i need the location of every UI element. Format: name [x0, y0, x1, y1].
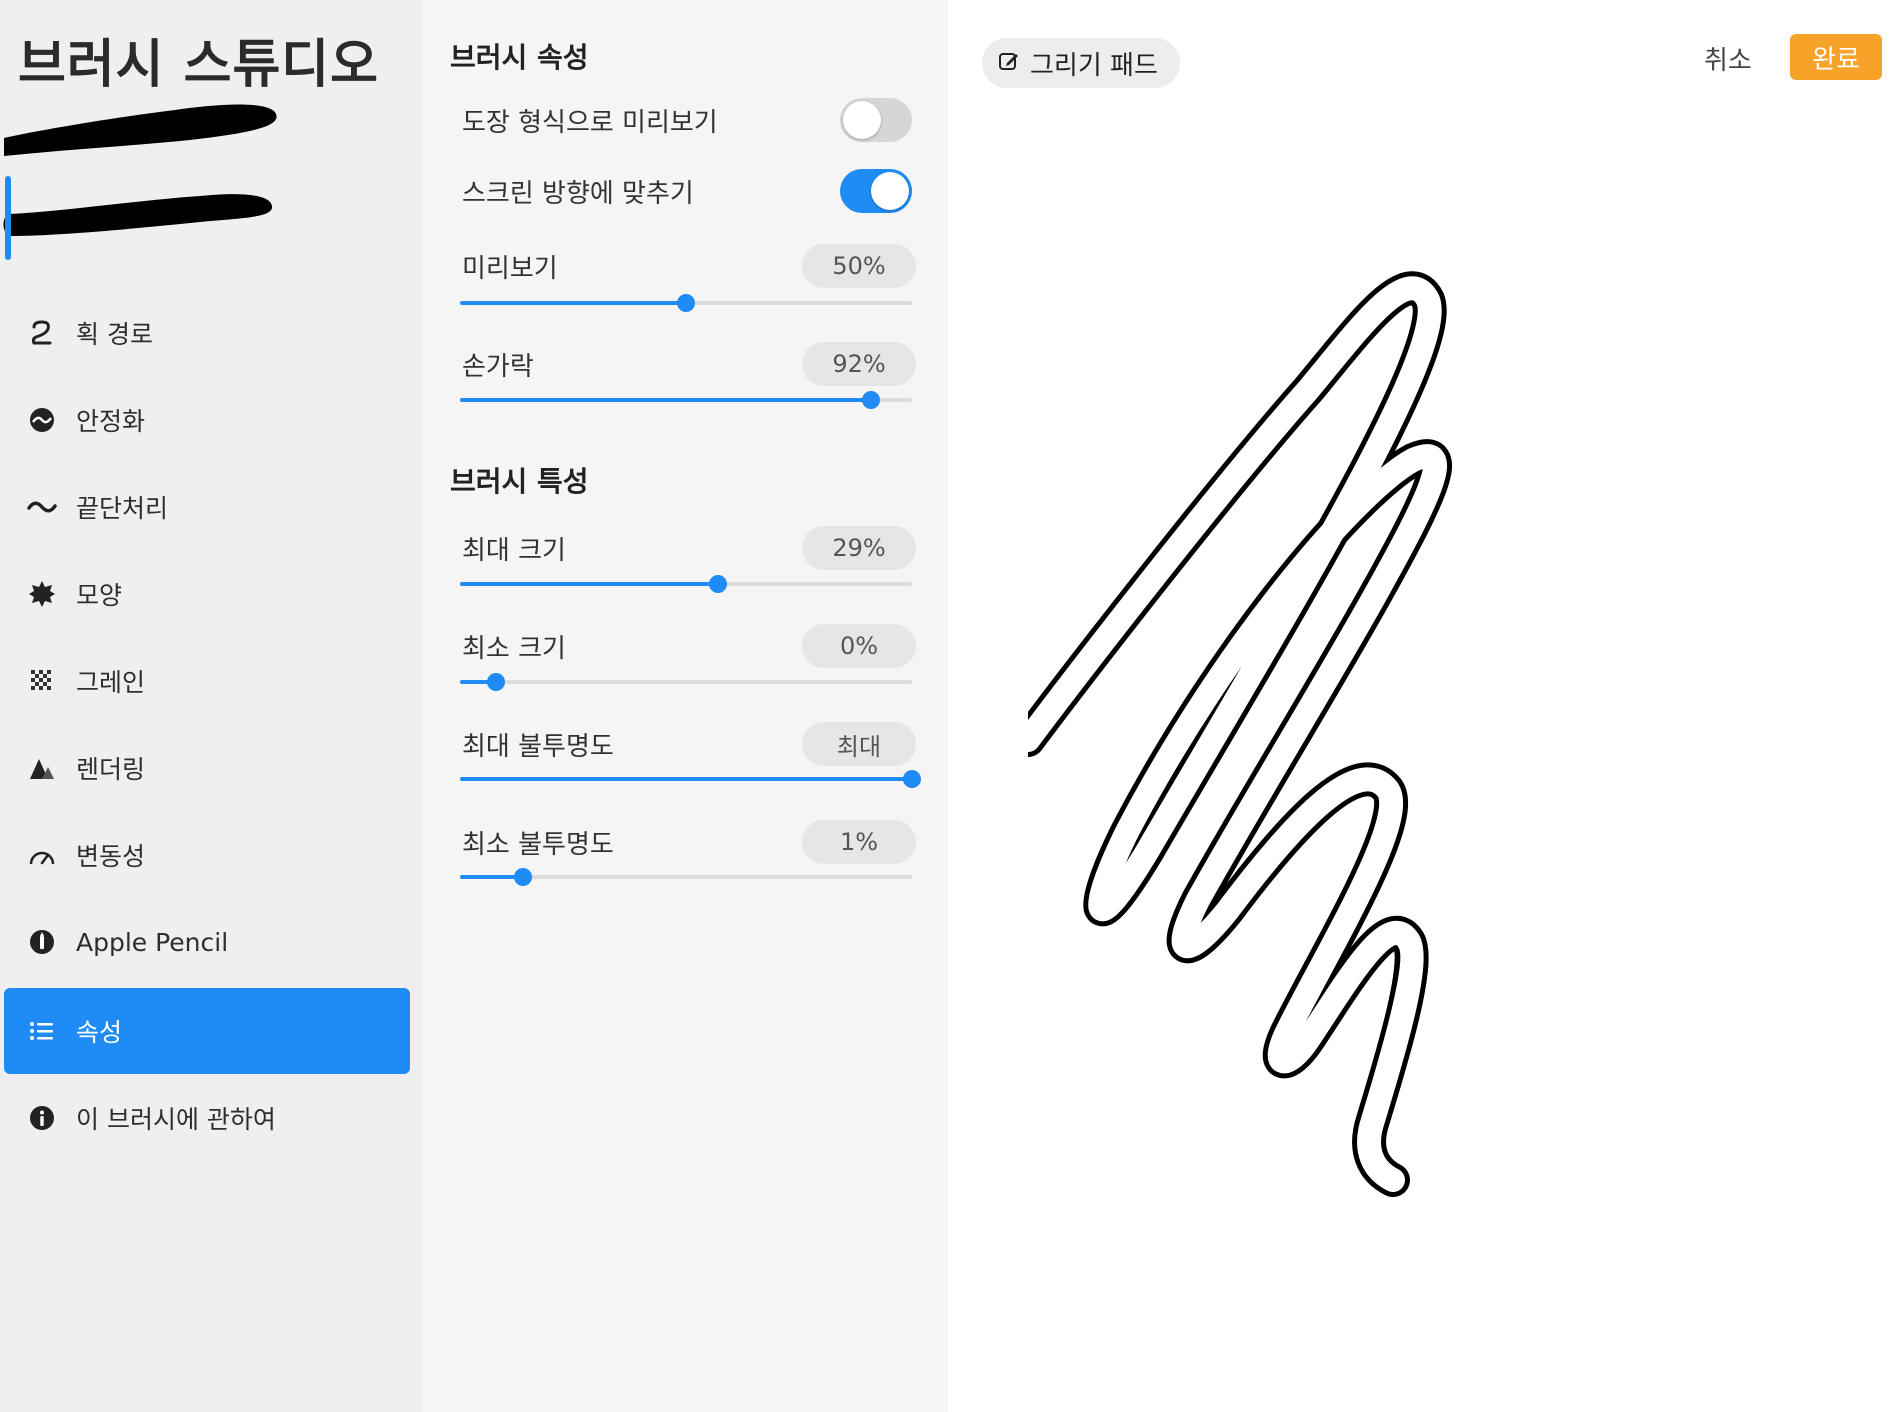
brush-properties-panel: 브러시 속성 도장 형식으로 미리보기 스크린 방향에 맞추기 미리보기 50%…: [422, 0, 948, 1412]
rendering-icon: [26, 752, 58, 784]
finger-label: 손가락: [462, 352, 534, 382]
stroke-path-icon: [26, 317, 58, 349]
min-size-slider[interactable]: [460, 673, 912, 691]
preview-size-slider[interactable]: [460, 294, 912, 312]
min-size-label: 최소 크기: [462, 634, 566, 664]
brush-stroke-preview[interactable]: [0, 90, 290, 160]
max-size-value[interactable]: 29%: [802, 526, 916, 570]
drawing-pad[interactable]: 그리기 패드 취소 완료: [948, 0, 1892, 1412]
max-size-slider[interactable]: [460, 575, 912, 593]
max-opacity-value[interactable]: 최대: [802, 722, 916, 766]
drawing-pad-label: 그리기 패드: [1030, 50, 1158, 81]
slider-thumb[interactable]: [862, 391, 881, 409]
section-title-brush-behavior: 브러시 특성: [450, 465, 589, 498]
sidebar-item-apple-pencil[interactable]: Apple Pencil: [4, 899, 410, 985]
brush-studio-screen: 브러시 스튜디오 획 경로 안정화 끝단처리 모양 그레인 렌더링 변동성 Ap…: [0, 0, 1892, 1412]
toggle-knob: [843, 101, 881, 139]
drawing-pad-button[interactable]: 그리기 패드: [982, 38, 1180, 88]
shape-icon: [26, 578, 58, 610]
properties-icon: [26, 1015, 58, 1047]
info-icon: [26, 1102, 58, 1134]
grain-icon: [26, 665, 58, 697]
min-size-value[interactable]: 0%: [802, 624, 916, 668]
sidebar-item-label: 속성: [76, 1018, 123, 1047]
sidebar-item-label: 모양: [76, 581, 123, 610]
cancel-button[interactable]: 취소: [1704, 38, 1752, 78]
slider-track: [460, 680, 912, 684]
preview-as-stamp-toggle[interactable]: [840, 98, 912, 142]
sidebar-item-label: 렌더링: [76, 755, 146, 784]
selected-stroke-indicator: [5, 176, 11, 260]
sidebar-item-stroke-path[interactable]: 획 경로: [4, 290, 410, 376]
dynamics-icon: [26, 839, 58, 871]
scribble-preview-stroke: [1028, 271, 1452, 1197]
taper-icon: [26, 491, 58, 523]
slider-fill: [460, 398, 872, 402]
sidebar-item-taper[interactable]: 끝단처리: [4, 464, 410, 550]
toggle-knob: [871, 172, 909, 210]
sidebar-item-label: 변동성: [76, 842, 146, 871]
slider-fill: [460, 582, 718, 586]
sidebar-item-label: 획 경로: [76, 320, 153, 349]
sidebar-item-properties[interactable]: 속성: [4, 988, 410, 1074]
sidebar-item-shape[interactable]: 모양: [4, 551, 410, 637]
edit-icon: [998, 50, 1020, 76]
sidebar-item-about-brush[interactable]: 이 브러시에 관하여: [4, 1075, 410, 1161]
preview-size-value[interactable]: 50%: [802, 244, 916, 288]
slider-thumb[interactable]: [677, 294, 695, 312]
sidebar-item-label: 그레인: [76, 668, 146, 697]
sidebar-item-rendering[interactable]: 렌더링: [4, 725, 410, 811]
section-title-brush-properties: 브러시 속성: [450, 41, 589, 74]
sidebar-item-label: 이 브러시에 관하여: [76, 1105, 276, 1134]
min-opacity-slider[interactable]: [460, 868, 912, 886]
sidebar-item-label: Apple Pencil: [76, 927, 229, 957]
done-button[interactable]: 완료: [1790, 34, 1882, 80]
sidebar-item-dynamics[interactable]: 변동성: [4, 812, 410, 898]
orient-to-screen-toggle[interactable]: [840, 169, 912, 213]
stabilization-icon: [26, 404, 58, 436]
slider-thumb[interactable]: [514, 868, 533, 886]
orient-to-screen-label: 스크린 방향에 맞추기: [462, 179, 694, 209]
max-opacity-slider[interactable]: [460, 770, 921, 788]
max-size-label: 최대 크기: [462, 536, 566, 566]
sidebar-item-label: 끝단처리: [76, 494, 169, 523]
sidebar: 브러시 스튜디오 획 경로 안정화 끝단처리 모양 그레인 렌더링 변동성 Ap…: [0, 0, 422, 1412]
apple-pencil-icon: [26, 926, 58, 958]
slider-thumb[interactable]: [708, 575, 727, 593]
slider-fill: [460, 777, 912, 781]
sidebar-item-label: 안정화: [76, 407, 146, 436]
preview-as-stamp-label: 도장 형식으로 미리보기: [462, 108, 718, 138]
finger-value[interactable]: 92%: [802, 342, 916, 386]
slider-thumb[interactable]: [487, 673, 506, 691]
preview-size-label: 미리보기: [462, 254, 558, 284]
brush-stroke-preview-selected[interactable]: [0, 170, 290, 250]
sidebar-item-grain[interactable]: 그레인: [4, 638, 410, 724]
slider-thumb[interactable]: [903, 770, 921, 788]
max-opacity-label: 최대 불투명도: [462, 732, 614, 762]
min-opacity-value[interactable]: 1%: [802, 820, 916, 864]
min-opacity-label: 최소 불투명도: [462, 830, 614, 860]
finger-slider[interactable]: [460, 391, 912, 409]
sidebar-item-stabilization[interactable]: 안정화: [4, 377, 410, 463]
slider-fill: [460, 301, 686, 305]
app-title: 브러시 스튜디오: [18, 35, 379, 95]
